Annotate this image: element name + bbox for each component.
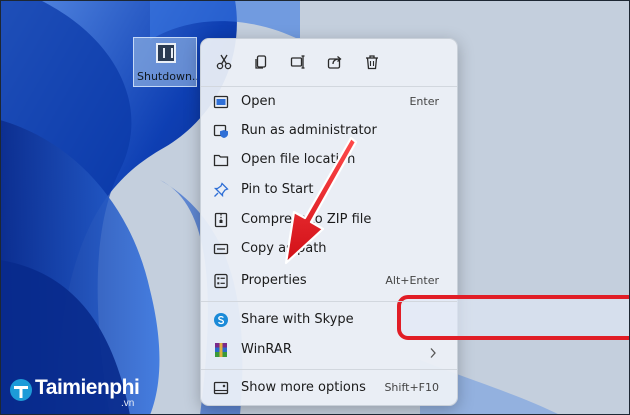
desktop-icon-caption: Shutdown... xyxy=(137,70,197,83)
menu-item-label: Open file location xyxy=(241,152,356,167)
properties-icon xyxy=(213,273,229,289)
copy-icon xyxy=(255,55,267,69)
menu-item-share-with-skype[interactable]: Share with Skype xyxy=(205,305,453,335)
shield-icon xyxy=(213,123,229,139)
watermark-brand: Taimienphi xyxy=(35,376,140,399)
rename-button[interactable] xyxy=(283,47,313,77)
menu-item-label: Show more options xyxy=(241,380,366,395)
watermark-domain: .vn xyxy=(121,398,135,409)
zip-icon xyxy=(213,212,229,228)
menu-item-label: Properties xyxy=(241,273,307,288)
menu-item-label: Open xyxy=(241,94,276,109)
context-menu: Open Enter Run as administrator Open fil… xyxy=(200,38,630,406)
menu-item-open[interactable]: Open Enter xyxy=(205,87,453,117)
copy-path-icon xyxy=(213,241,229,257)
cut-icon xyxy=(216,54,232,70)
menu-item-label: Compress to ZIP file xyxy=(241,212,372,227)
taimienphi-watermark: Taimienphi .vn xyxy=(9,374,179,409)
delete-button[interactable] xyxy=(357,47,387,77)
menu-item-shortcut: Enter xyxy=(409,95,439,108)
more-options-icon xyxy=(213,380,229,396)
pin-icon xyxy=(213,182,229,198)
desktop-shortcut-icon[interactable]: Shutdown... xyxy=(133,37,197,87)
menu-separator xyxy=(201,301,457,302)
skype-icon xyxy=(213,312,229,328)
menu-item-label: Pin to Start xyxy=(241,182,314,197)
delete-icon xyxy=(366,55,378,70)
share-button[interactable] xyxy=(320,47,350,77)
menu-item-winrar[interactable]: WinRAR xyxy=(205,335,453,365)
menu-separator xyxy=(201,369,457,370)
winrar-icon xyxy=(213,342,229,358)
chevron-right-icon xyxy=(429,344,437,363)
folder-icon xyxy=(213,152,229,168)
cut-button[interactable] xyxy=(209,47,239,77)
menu-item-run-as-administrator[interactable]: Run as administrator xyxy=(205,116,453,146)
menu-item-copy-as-path[interactable]: Copy as path xyxy=(205,234,453,264)
open-icon xyxy=(213,94,229,110)
menu-item-label: Copy as path xyxy=(241,241,327,256)
menu-item-label: Share with Skype xyxy=(241,312,354,327)
menu-item-show-more-options[interactable]: Show more options Shift+F10 xyxy=(205,373,453,403)
menu-item-properties[interactable]: Properties Alt+Enter xyxy=(205,266,453,296)
copy-button[interactable] xyxy=(246,47,276,77)
menu-item-label: Run as administrator xyxy=(241,123,377,138)
menu-item-pin-to-start[interactable]: Pin to Start xyxy=(205,175,453,205)
menu-item-label: WinRAR xyxy=(241,342,292,357)
menu-item-shortcut: Shift+F10 xyxy=(384,381,439,394)
taimienphi-logo-icon xyxy=(10,379,32,401)
rename-icon xyxy=(290,55,305,69)
shutdown-shortcut-icon xyxy=(156,43,176,63)
menu-item-shortcut: Alt+Enter xyxy=(385,274,439,287)
share-icon xyxy=(327,56,342,69)
menu-item-compress-to-zip[interactable]: Compress to ZIP file xyxy=(205,205,453,235)
context-menu-toolbar xyxy=(209,47,449,77)
menu-item-open-file-location[interactable]: Open file location xyxy=(205,145,453,175)
